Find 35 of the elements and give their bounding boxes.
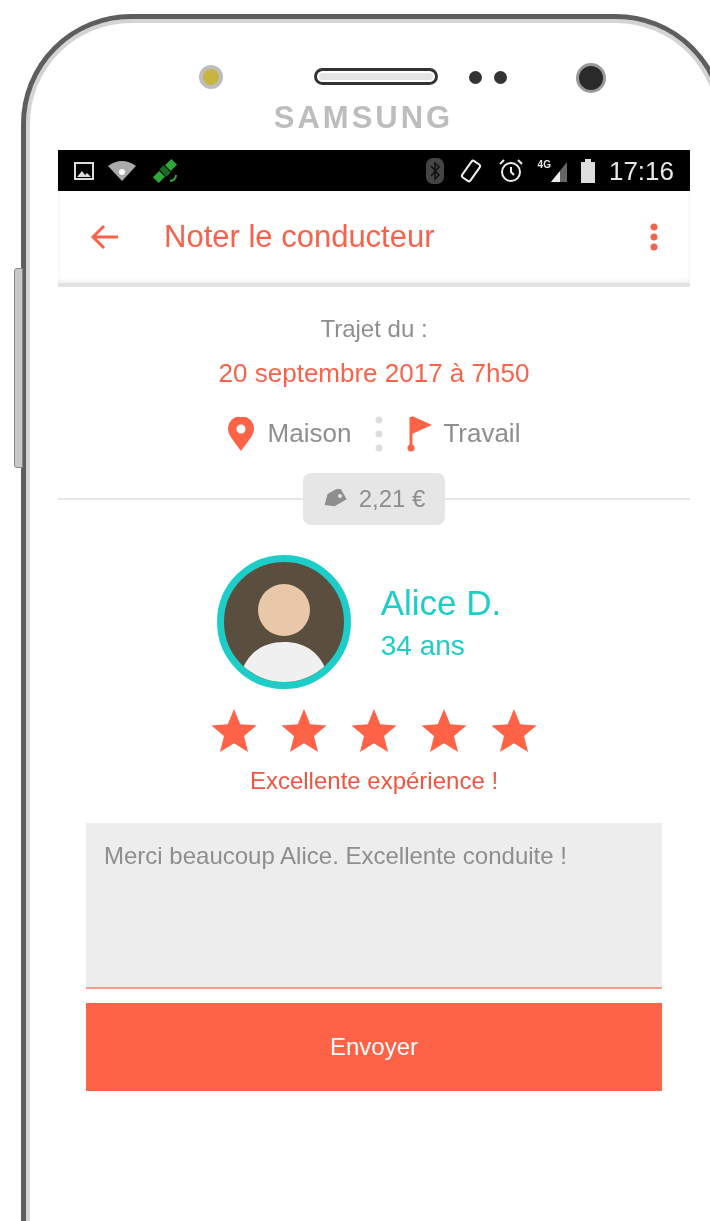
alarm-icon	[497, 157, 524, 184]
dotted-separator	[375, 415, 384, 452]
brand-logo: SAMSUNG	[273, 102, 454, 133]
flag-icon	[407, 415, 434, 452]
star-icon[interactable]	[350, 709, 398, 755]
sensor-icon	[494, 71, 507, 84]
destination-label: Travail	[443, 417, 521, 450]
flash-icon	[199, 65, 223, 89]
status-time: 17:16	[608, 157, 674, 184]
send-button[interactable]: Envoyer	[86, 1003, 662, 1091]
driver-name: Alice D.	[380, 581, 502, 624]
sensor-icon	[469, 71, 482, 84]
driver-age: 34 ans	[380, 629, 466, 664]
tag-icon	[322, 489, 347, 509]
network-type: 4G	[537, 159, 551, 170]
battery-icon	[580, 158, 595, 183]
star-icon[interactable]	[420, 709, 468, 755]
satellite-icon	[150, 156, 180, 185]
origin-label: Maison	[267, 417, 352, 450]
comment-field[interactable]: Merci beaucoup Alice. Excellente conduite !	[86, 823, 662, 989]
trip-date: 20 septembre 2017 à 7h50	[218, 360, 530, 386]
camera-icon	[576, 63, 606, 93]
image-icon	[74, 161, 94, 180]
screen-title: Noter le conducteur	[164, 217, 436, 256]
rating-label: Excellente expérience !	[249, 769, 499, 793]
wifi-icon	[108, 160, 136, 181]
trip-label: Trajet du :	[320, 317, 428, 341]
back-arrow-icon[interactable]	[90, 224, 120, 250]
location-pin-icon	[227, 416, 254, 451]
bluetooth-icon	[425, 157, 444, 184]
star-icon[interactable]	[490, 709, 538, 755]
price: 2,21 €	[358, 484, 426, 514]
star-icon[interactable]	[280, 709, 328, 755]
star-icon[interactable]	[210, 709, 258, 755]
more-options-icon[interactable]	[650, 223, 658, 251]
